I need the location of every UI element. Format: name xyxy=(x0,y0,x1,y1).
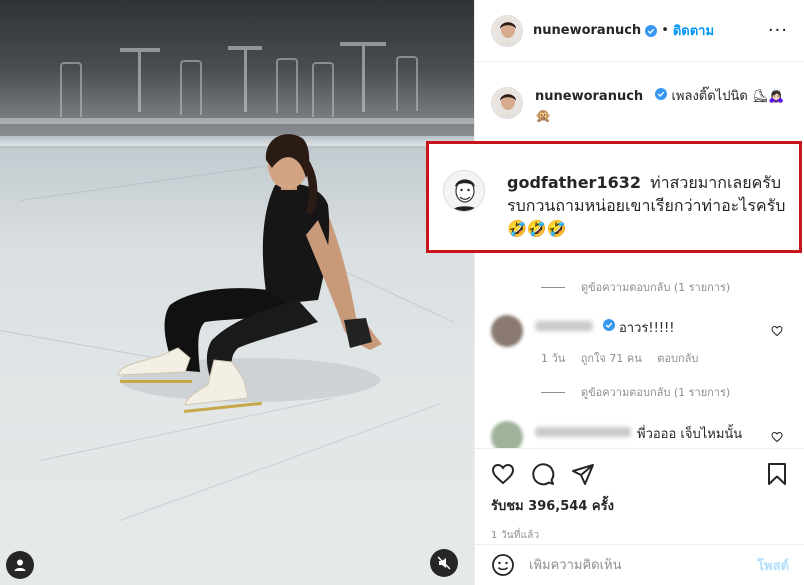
view-replies-label: ดูข้อความตอบกลับ (1 รายการ) xyxy=(581,386,731,399)
bookmark-icon xyxy=(768,463,786,485)
highlighted-comment: godfather1632 ท่าสวยมากเลยครับ รบกวนถามห… xyxy=(426,141,802,253)
replies-line xyxy=(541,391,565,393)
mute-button[interactable] xyxy=(430,549,458,577)
separator-dot: • xyxy=(661,23,669,38)
comment-likes[interactable]: ถูกใจ 71 คน xyxy=(581,352,642,365)
skater-figure xyxy=(117,134,382,413)
tagged-users-button[interactable] xyxy=(6,551,34,579)
commenter-username[interactable] xyxy=(535,321,593,331)
comment-text: พี่วอออ เจ็บไหมนั้น xyxy=(637,427,743,442)
view-count[interactable]: รับชม 396,544 ครั้ง xyxy=(491,495,789,516)
muted-speaker-icon xyxy=(437,556,451,570)
verified-badge-icon xyxy=(603,319,615,331)
author-avatar[interactable] xyxy=(491,14,523,47)
comment-item: อาวร!!!!! xyxy=(491,315,791,347)
verified-badge-icon xyxy=(645,24,658,37)
view-replies-button[interactable]: ดูข้อความตอบกลับ (1 รายการ) xyxy=(541,278,730,296)
post-side-panel: nuneworanuch • ติดตาม ··· nuneworanuch เ… xyxy=(474,0,804,585)
follow-button[interactable]: ติดตาม xyxy=(673,20,714,41)
comment-button[interactable] xyxy=(531,462,555,486)
action-icons xyxy=(491,455,789,493)
replies-line xyxy=(541,286,565,288)
post-actions: รับชม 396,544 ครั้ง 1 วันที่แล้ว xyxy=(475,448,804,543)
comment-like-icon[interactable] xyxy=(771,325,783,337)
view-replies-button[interactable]: ดูข้อความตอบกลับ (1 รายการ) xyxy=(541,383,730,401)
comment-like-icon[interactable] xyxy=(771,431,783,443)
caption-username[interactable]: nuneworanuch xyxy=(535,89,643,104)
comment-input[interactable] xyxy=(529,557,739,573)
emoji-button[interactable] xyxy=(491,553,515,577)
author-avatar[interactable] xyxy=(491,87,523,119)
reply-button[interactable]: ตอบกลับ xyxy=(657,352,698,365)
comments-list[interactable]: nuneworanuch เพลงติ๊ดไปนิด ⛸🙇🏻‍♀️🙊 ดูข้อ… xyxy=(475,63,804,448)
comment-bubble-icon xyxy=(532,463,555,486)
heart-icon xyxy=(491,463,515,485)
user-tag-icon xyxy=(14,559,26,571)
commenter-username[interactable] xyxy=(535,427,631,437)
more-options-button[interactable]: ··· xyxy=(768,20,788,41)
comment-item: พี่วอออ เจ็บไหมนั้น xyxy=(491,421,791,448)
comment-text: อาวร!!!!! xyxy=(619,321,675,336)
smiley-icon xyxy=(492,554,514,576)
commenter-avatar[interactable] xyxy=(491,421,523,448)
share-button[interactable] xyxy=(571,462,595,486)
post-video[interactable] xyxy=(0,0,474,585)
verified-badge-icon xyxy=(655,88,668,100)
highlighted-comment-text: godfather1632 ท่าสวยมากเลยครับ รบกวนถามห… xyxy=(507,171,795,240)
comment-composer: โพสต์ xyxy=(475,544,804,585)
commenter-avatar[interactable] xyxy=(491,315,523,347)
view-replies-label: ดูข้อความตอบกลับ (1 รายการ) xyxy=(581,281,731,294)
like-button[interactable] xyxy=(491,462,515,486)
highlighted-commenter-username[interactable]: godfather1632 xyxy=(507,173,641,192)
author-username[interactable]: nuneworanuch xyxy=(533,23,641,38)
post-header: nuneworanuch • ติดตาม ··· xyxy=(475,0,804,62)
caption-text: nuneworanuch เพลงติ๊ดไปนิด ⛸🙇🏻‍♀️🙊 xyxy=(535,87,785,127)
paper-plane-icon xyxy=(572,464,594,485)
highlighted-commenter-avatar[interactable] xyxy=(443,170,485,212)
comment-age: 1 วัน xyxy=(541,352,566,365)
post-caption: nuneworanuch เพลงติ๊ดไปนิด ⛸🙇🏻‍♀️🙊 xyxy=(491,87,785,127)
save-button[interactable] xyxy=(765,462,789,486)
comment-meta: 1 วัน ถูกใจ 71 คน ตอบกลับ xyxy=(541,349,710,367)
post-comment-button[interactable]: โพสต์ xyxy=(757,555,789,576)
post-timestamp[interactable]: 1 วันที่แล้ว xyxy=(491,528,789,543)
